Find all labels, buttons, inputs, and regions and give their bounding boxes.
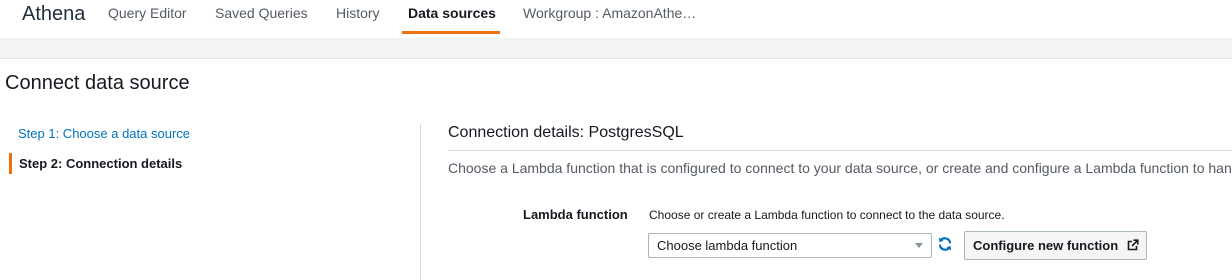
toolbar-strip (0, 38, 1232, 59)
vertical-divider (420, 124, 421, 280)
nav-history[interactable]: History (336, 5, 380, 21)
configure-new-function-label: Configure new function (973, 238, 1119, 253)
nav-saved-queries[interactable]: Saved Queries (215, 5, 308, 21)
step-2-current: Step 2: Connection details (19, 156, 183, 171)
lambda-function-select-value: Choose lambda function (657, 238, 798, 253)
nav-query-editor[interactable]: Query Editor (108, 5, 187, 21)
page-title: Connect data source (5, 72, 190, 94)
refresh-icon[interactable] (937, 236, 953, 252)
nav-workgroup[interactable]: Workgroup : AmazonAthe… (523, 5, 696, 21)
configure-new-function-button[interactable]: Configure new function (964, 231, 1147, 260)
top-nav: Athena Query Editor Saved Queries Histor… (0, 0, 1232, 38)
active-tab-indicator (402, 31, 500, 34)
brand-logo[interactable]: Athena (22, 3, 85, 26)
nav-data-sources[interactable]: Data sources (408, 5, 496, 21)
external-link-icon (1127, 239, 1139, 251)
current-step-indicator (9, 153, 12, 174)
lambda-function-select[interactable]: Choose lambda function (648, 233, 932, 258)
caret-down-icon (915, 243, 923, 248)
step-1-link[interactable]: Step 1: Choose a data source (18, 126, 190, 141)
connection-description: Choose a Lambda function that is configu… (448, 160, 1232, 176)
connection-title: Connection details: PostgresSQL (448, 124, 684, 141)
section-divider (448, 150, 1232, 151)
lambda-function-label: Lambda function (523, 207, 628, 222)
lambda-function-hint: Choose or create a Lambda function to co… (649, 208, 1005, 222)
